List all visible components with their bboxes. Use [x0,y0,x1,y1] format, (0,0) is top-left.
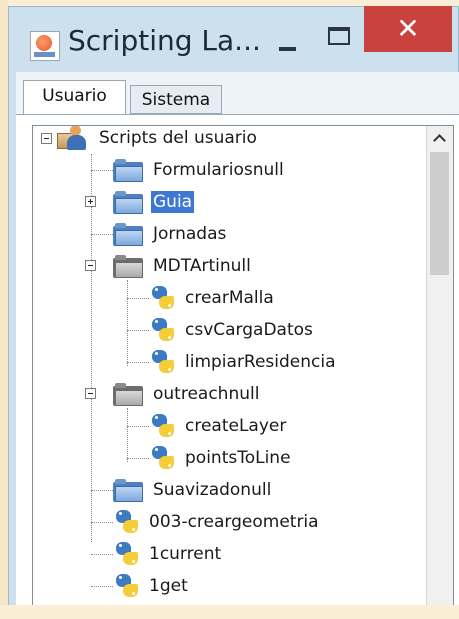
desktop-background [0,0,8,619]
collapse-toggle[interactable] [41,133,52,144]
scroll-up-arrow-icon[interactable] [427,126,453,152]
minimize-button[interactable] [276,36,300,56]
tree-item-label: 003-creargeometria [149,512,319,532]
tree-connector [127,458,149,459]
tree-item-label: Formulariosnull [153,160,284,180]
tree-item-label: outreachnull [153,384,260,404]
tree-item-mdtartinull[interactable]: MDTArtinull [113,250,253,282]
tree-connector [127,408,128,462]
tree-item-1get[interactable]: 1get [113,570,190,602]
python-icon [113,508,141,536]
client-area: Usuario Sistema Scripts del usuario Form… [16,72,459,619]
folder-icon [113,478,145,502]
tree-item-label: Scripts del usuario [99,128,257,148]
tree-connector [91,154,92,542]
tree-item-label: MDTArtinull [153,256,251,276]
expand-toggle[interactable] [85,196,96,207]
tree-connector [91,170,113,171]
title-bar[interactable]: Scripting La... ✕ [8,6,459,78]
user-scripts-icon [57,126,91,153]
window-title: Scripting La... [68,24,261,57]
tree-item-guia[interactable]: Guia [113,186,195,218]
python-icon [149,348,177,376]
tree-connector [91,234,113,235]
java-app-icon [30,31,60,61]
python-icon [149,284,177,312]
folder-icon [113,222,145,246]
tree-connector [91,586,113,587]
python-icon [113,572,141,600]
close-button[interactable]: ✕ [364,6,452,52]
tab-usuario[interactable]: Usuario [23,80,126,114]
tree-connector [127,426,149,427]
tree-item-csvcargadatos[interactable]: csvCargaDatos [149,314,315,346]
tree-item-createlayer[interactable]: createLayer [149,410,288,442]
tree-connector [127,298,149,299]
tree-connector [91,490,113,491]
tree-item-limpiarresidencia[interactable]: limpiarResidencia [149,346,338,378]
collapse-toggle[interactable] [85,260,96,271]
tree-connector [127,330,149,331]
folder-open-icon [113,382,145,406]
vertical-scrollbar[interactable] [426,126,453,619]
collapse-toggle[interactable] [85,388,96,399]
tree-connector [127,362,149,363]
tree-item-003-creargeometria[interactable]: 003-creargeometria [113,506,321,538]
tree-item-label: csvCargaDatos [185,320,313,340]
tree-item-label: createLayer [185,416,287,436]
desktop-background-bottom [0,605,459,619]
tree-connector [91,554,113,555]
tab-panel: Scripts del usuario Formulariosnull Guia… [16,114,459,619]
tree-connector [127,280,128,366]
tree-item-formulariosnull[interactable]: Formulariosnull [113,154,286,186]
tree-item-pointstoline[interactable]: pointsToLine [149,442,293,474]
tree-item-label: limpiarResidencia [185,352,336,372]
python-icon [113,540,141,568]
tree-item-jornadas[interactable]: Jornadas [113,218,228,250]
scroll-thumb[interactable] [430,152,449,275]
tree-item-crearmalla[interactable]: crearMalla [149,282,276,314]
folder-icon [113,158,145,182]
scripting-window: Scripting La... ✕ Usuario Sistema Script… [8,6,459,619]
tree-item-label: 1current [149,544,222,564]
folder-open-icon [113,254,145,278]
python-icon [149,412,177,440]
tree-item-label: Jornadas [153,224,227,244]
tab-strip: Usuario Sistema [16,72,459,115]
tree-item-label: Suavizadonull [153,480,272,500]
tree-connector [91,522,113,523]
close-icon: ✕ [396,12,420,45]
tab-sistema[interactable]: Sistema [130,85,222,114]
tree-item-label: Guia [151,191,195,213]
python-icon [149,444,177,472]
tree-root[interactable]: Scripts del usuario [57,126,259,154]
tree-item-suavizadonull[interactable]: Suavizadonull [113,474,273,506]
maximize-button[interactable] [328,27,350,45]
folder-icon [113,190,145,214]
tree-item-label: pointsToLine [185,448,291,468]
python-icon [149,316,177,344]
tree-item-1current[interactable]: 1current [113,538,223,570]
tree-item-label: crearMalla [185,288,274,308]
tree-item-outreachnull[interactable]: outreachnull [113,378,261,410]
scripts-tree[interactable]: Scripts del usuario Formulariosnull Guia… [32,125,454,619]
tree-item-label: 1get [149,576,188,596]
